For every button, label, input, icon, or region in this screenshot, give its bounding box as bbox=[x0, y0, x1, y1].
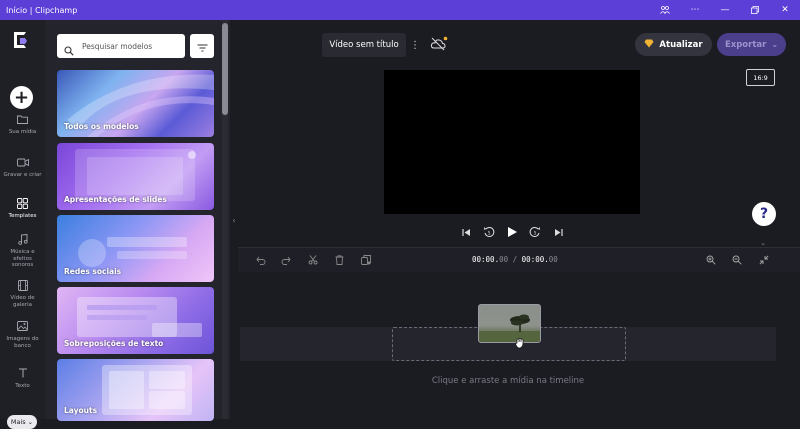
collapse-preview-icon[interactable]: ⌄ bbox=[755, 238, 771, 247]
upgrade-label: Atualizar bbox=[659, 39, 703, 50]
chevron-down-icon: ⌄ bbox=[27, 418, 34, 426]
scrollbar-thumb[interactable] bbox=[222, 23, 228, 115]
rewind-5-icon[interactable]: 5 bbox=[482, 224, 496, 240]
grab-cursor-icon bbox=[514, 337, 526, 349]
card-label: Todos os modelos bbox=[64, 122, 139, 131]
diamond-icon bbox=[644, 39, 654, 51]
template-card-social[interactable]: Redes sociais bbox=[57, 215, 214, 282]
template-card-slideshows[interactable]: Apresentações de slides bbox=[57, 143, 214, 210]
restore-icon[interactable] bbox=[740, 0, 770, 20]
nav-label: Música e efeitos sonoros bbox=[10, 249, 35, 268]
play-icon[interactable] bbox=[505, 224, 519, 240]
undo-icon[interactable] bbox=[255, 254, 267, 266]
export-label: Exportar bbox=[724, 39, 767, 50]
card-label: Layouts bbox=[64, 406, 98, 415]
duplicate-icon[interactable] bbox=[360, 254, 372, 266]
split-scissors-icon[interactable] bbox=[307, 254, 319, 266]
export-button[interactable]: Exportar ⌄ bbox=[717, 33, 786, 56]
nav-label: Sua mídia bbox=[8, 129, 37, 135]
close-icon[interactable]: ✕ bbox=[770, 0, 800, 20]
tree-landscape-image bbox=[479, 314, 540, 342]
zoom-out-icon[interactable] bbox=[731, 254, 743, 266]
fit-to-screen-icon[interactable] bbox=[758, 254, 770, 266]
template-card-text-overlays[interactable]: Sobreposições de texto bbox=[57, 287, 214, 354]
search-icon bbox=[64, 41, 74, 56]
upgrade-button[interactable]: Atualizar bbox=[635, 33, 712, 56]
nav-label: Vídeo de galeria bbox=[10, 295, 35, 308]
create-button[interactable]: + bbox=[10, 86, 33, 109]
nav-label: Imagens do banco bbox=[6, 336, 39, 349]
filter-icon bbox=[197, 37, 208, 56]
film-icon bbox=[17, 279, 29, 291]
more-options-icon[interactable]: ⋯ bbox=[680, 0, 710, 20]
card-label: Sobreposições de texto bbox=[64, 339, 164, 348]
window-title: Início | Clipchamp bbox=[6, 5, 78, 15]
template-card-layouts[interactable]: Layouts bbox=[57, 359, 214, 421]
help-button[interactable]: ? bbox=[752, 202, 776, 226]
image-icon bbox=[17, 320, 29, 332]
search-box[interactable] bbox=[57, 34, 185, 58]
templates-panel: Todos os modelos Apresentações de slides… bbox=[45, 20, 230, 421]
template-card-all[interactable]: Todos os modelos bbox=[57, 70, 214, 137]
skip-back-icon[interactable] bbox=[460, 224, 472, 240]
nav-item-stock-images[interactable]: Imagens do banco bbox=[0, 320, 45, 349]
nav-item-music[interactable]: Música e efeitos sonoros bbox=[0, 233, 45, 269]
current-time: 00:00. bbox=[472, 255, 500, 264]
templates-icon bbox=[17, 197, 29, 209]
more-button[interactable]: Mais ⌄ bbox=[7, 415, 37, 429]
panel-scrollbar[interactable] bbox=[222, 20, 228, 419]
text-icon bbox=[17, 367, 29, 379]
duration-time-ms: 00 bbox=[548, 255, 558, 264]
nav-item-stock-video[interactable]: Vídeo de galeria bbox=[0, 279, 45, 308]
folder-icon bbox=[17, 113, 29, 125]
current-time-ms: 00 bbox=[499, 255, 509, 264]
people-icon[interactable] bbox=[650, 0, 680, 20]
cloud-sync-off-icon[interactable] bbox=[430, 36, 448, 52]
project-title[interactable]: Vídeo sem título bbox=[322, 33, 406, 57]
nav-item-text[interactable]: Texto bbox=[0, 367, 45, 390]
nav-label: Texto bbox=[15, 383, 30, 389]
video-preview-canvas[interactable] bbox=[384, 70, 640, 214]
minimize-icon[interactable]: — bbox=[710, 0, 740, 20]
timecode-display: 00:00.00 / 00:00.00 bbox=[472, 255, 558, 264]
duration-time: 00:00. bbox=[521, 255, 549, 264]
card-label: Apresentações de slides bbox=[64, 195, 167, 204]
delete-icon[interactable] bbox=[333, 254, 345, 266]
collapse-panel-handle[interactable]: ‹ bbox=[230, 212, 238, 228]
filter-button[interactable] bbox=[190, 34, 214, 58]
svg-text:5: 5 bbox=[534, 231, 537, 237]
svg-text:5: 5 bbox=[488, 231, 491, 237]
nav-item-your-media[interactable]: Sua mídia bbox=[0, 113, 45, 136]
clipchamp-logo[interactable] bbox=[10, 29, 32, 51]
search-input[interactable] bbox=[82, 41, 182, 51]
video-camera-icon bbox=[16, 156, 29, 168]
nav-label: Gravar e criar bbox=[3, 172, 42, 178]
skip-forward-icon[interactable] bbox=[552, 224, 564, 240]
project-menu-icon[interactable]: ⋮ bbox=[410, 38, 420, 52]
nav-item-record-create[interactable]: Gravar e criar bbox=[0, 156, 45, 179]
redo-icon[interactable] bbox=[280, 254, 292, 266]
nav-label: Templates bbox=[8, 213, 37, 219]
more-label: Mais bbox=[10, 418, 26, 426]
chevron-down-icon: ⌄ bbox=[771, 40, 779, 49]
dragged-media-thumbnail[interactable] bbox=[478, 304, 541, 343]
forward-5-icon[interactable]: 5 bbox=[528, 224, 542, 240]
left-navigation: + Sua mídia Gravar e criar Templates Mús… bbox=[0, 20, 45, 429]
card-label: Redes sociais bbox=[64, 267, 122, 276]
aspect-ratio-button[interactable]: 16:9 bbox=[746, 69, 775, 86]
nav-item-templates[interactable]: Templates bbox=[0, 197, 45, 220]
zoom-in-icon[interactable] bbox=[705, 254, 717, 266]
timecode-separator: / bbox=[512, 255, 518, 264]
title-bar: Início | Clipchamp ⋯ — ✕ bbox=[0, 0, 800, 20]
music-note-icon bbox=[17, 233, 29, 245]
timeline-hint-text: Clique e arraste a mídia na timeline bbox=[431, 376, 585, 386]
